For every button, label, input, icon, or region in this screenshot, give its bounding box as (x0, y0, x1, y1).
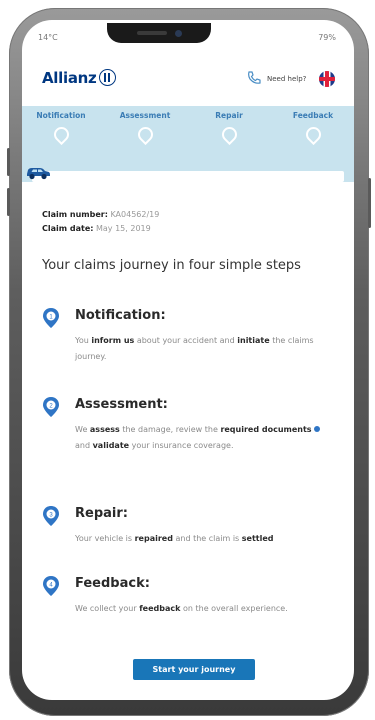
step-item-title: Feedback: (75, 576, 150, 591)
allianz-eagle-icon (99, 69, 117, 86)
claim-details: Claim number: KA04562/19 Claim date: May… (42, 208, 159, 236)
status-battery: 79% (318, 33, 336, 42)
claim-number-label: Claim number: (42, 210, 108, 219)
brand-logo[interactable]: Allianz (42, 69, 117, 87)
claim-number-row: Claim number: KA04562/19 (42, 208, 159, 222)
status-temperature: 14°C (38, 33, 58, 42)
step-label: Assessment (119, 111, 171, 120)
step-item-title: Notification: (75, 308, 166, 323)
step-4-pin-icon: 4 (43, 576, 59, 596)
step-feedback[interactable]: Feedback (278, 111, 348, 146)
step-assessment[interactable]: Assessment (110, 111, 180, 146)
volume-up-button (7, 148, 10, 176)
step-label: Notification (36, 111, 86, 120)
step-item-description: We collect your feedback on the overall … (75, 604, 288, 613)
step-item-description: Your vehicle is repaired and the claim i… (75, 534, 274, 543)
progress-track (32, 171, 344, 182)
location-pin-icon (218, 123, 240, 146)
step-2-pin-icon: 2 (43, 397, 59, 417)
location-pin-icon (134, 123, 156, 146)
claim-date-value: May 15, 2019 (96, 224, 151, 233)
claim-number-value: KA04562/19 (110, 210, 160, 219)
power-button (368, 178, 371, 228)
need-help-link[interactable]: Need help? (267, 75, 306, 83)
step-item-title: Assessment: (75, 397, 168, 412)
phone-notch (107, 23, 211, 43)
step-label: Repair (215, 111, 243, 120)
start-journey-button[interactable]: Start your journey (133, 659, 255, 680)
volume-down-button (7, 188, 10, 216)
app-screen: 14°C 79% Allianz Need help? Notification… (22, 20, 354, 700)
step-notification[interactable]: Notification (26, 111, 96, 146)
step-item-title: Repair: (75, 506, 128, 521)
journey-intro-heading: Your claims journey in four simple steps (42, 258, 301, 273)
step-item-description: You inform us about your accident and in… (75, 336, 314, 361)
camera-icon (175, 30, 182, 37)
car-icon (27, 168, 50, 180)
speaker-grille (137, 31, 167, 35)
step-repair[interactable]: Repair (194, 111, 264, 146)
location-pin-icon (302, 123, 324, 146)
step-item-description: We assess the damage, review the require… (75, 422, 335, 454)
brand-name: Allianz (42, 69, 97, 87)
info-icon[interactable] (313, 426, 320, 432)
location-pin-icon (50, 123, 72, 146)
phone-icon[interactable] (246, 70, 262, 86)
claim-date-label: Claim date: (42, 224, 94, 233)
step-1-pin-icon: 1 (43, 308, 59, 328)
step-3-pin-icon: 3 (43, 506, 59, 526)
claim-date-row: Claim date: May 15, 2019 (42, 222, 159, 236)
uk-flag-icon[interactable] (319, 71, 335, 87)
step-label: Feedback (292, 111, 334, 120)
app-header: Allianz Need help? (22, 60, 354, 98)
